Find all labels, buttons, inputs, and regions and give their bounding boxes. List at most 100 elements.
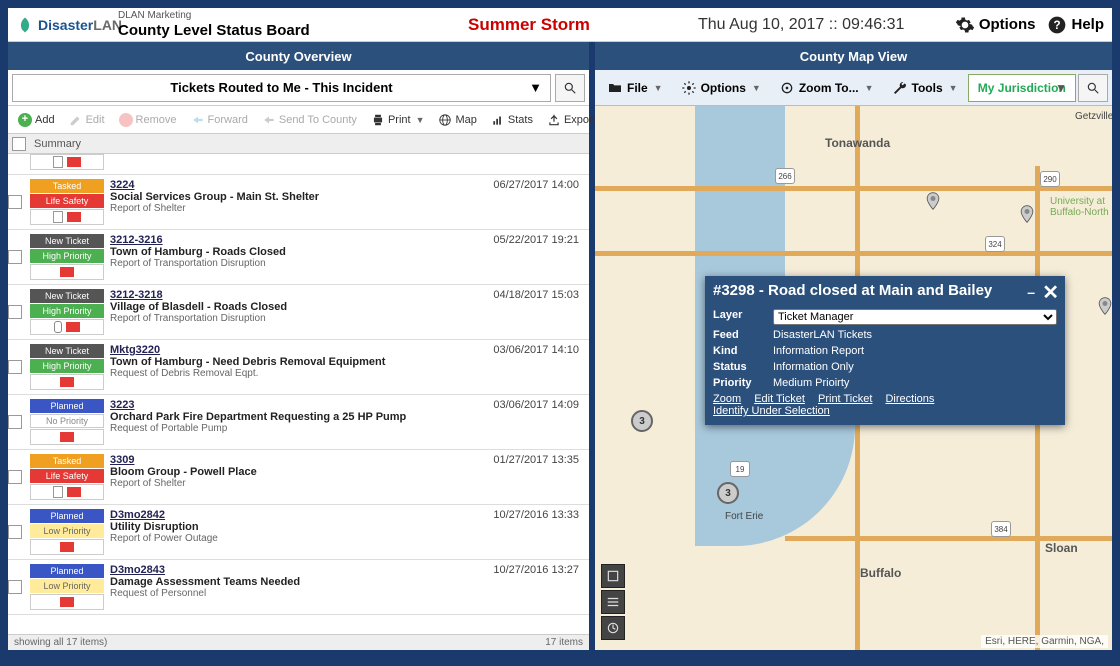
row-checkbox[interactable]: [8, 525, 22, 539]
forward-button[interactable]: Forward: [185, 111, 254, 129]
print-button[interactable]: Print▼: [365, 111, 431, 129]
ticket-id-link[interactable]: 3309: [110, 454, 134, 466]
ticket-row[interactable]: TaskedLife Safety3224Social Services Gro…: [8, 175, 589, 230]
close-icon[interactable]: ✕: [1042, 280, 1059, 305]
cluster-marker[interactable]: 3: [717, 482, 739, 504]
priority-badge: High Priority: [30, 359, 104, 373]
ticket-title: Town of Hamburg - Need Debris Removal Eq…: [110, 356, 475, 368]
popup-priority: Medium Prioirty: [773, 377, 1057, 389]
search-button-right[interactable]: [1078, 74, 1108, 102]
row-checkbox[interactable]: [8, 250, 22, 264]
ticket-row[interactable]: PlannedLow PriorityD3mo2843Damage Assess…: [8, 560, 589, 615]
route-shield: 324: [985, 236, 1005, 252]
ticket-filter-dropdown[interactable]: Tickets Routed to Me - This Incident ▼: [12, 74, 551, 102]
mail-icon: [67, 157, 81, 167]
ticket-row[interactable]: TaskedLife Safety3309Bloom Group - Powel…: [8, 450, 589, 505]
caret-icon: ▼: [416, 115, 425, 125]
ticket-id-link[interactable]: D3mo2842: [110, 509, 165, 521]
popup-identify-link[interactable]: Identify Under Selection: [713, 405, 830, 417]
map-button[interactable]: Map: [432, 111, 482, 129]
select-all-checkbox[interactable]: [12, 137, 26, 151]
ticket-row[interactable]: New TicketHigh Priority3212-3216Town of …: [8, 230, 589, 285]
ticket-row[interactable]: New TicketHigh PriorityMktg3220Town of H…: [8, 340, 589, 395]
popup-edit-link[interactable]: Edit Ticket: [754, 393, 805, 405]
ticket-row[interactable]: PlannedLow PriorityD3mo2842Utility Disru…: [8, 505, 589, 560]
map-label: Fort Erie: [725, 511, 763, 522]
ticket-icons: [30, 484, 104, 500]
ticket-icons: [30, 374, 104, 390]
ticket-id-link[interactable]: 3224: [110, 179, 134, 191]
ticket-icons: [30, 209, 104, 225]
logo-text-1: Disaster: [38, 17, 93, 33]
remove-button[interactable]: Remove: [113, 111, 183, 129]
edit-button[interactable]: Edit: [63, 111, 111, 129]
popup-kind: Information Report: [773, 345, 1057, 357]
row-checkbox[interactable]: [8, 580, 22, 594]
map-marker-icon[interactable]: [1095, 296, 1112, 316]
file-menu[interactable]: File▼: [599, 76, 671, 100]
ticket-date: 03/06/2017 14:09: [475, 399, 585, 445]
globe-icon: [438, 113, 452, 127]
help-label: Help: [1071, 16, 1104, 33]
ticket-id-link[interactable]: 3212-3218: [110, 289, 163, 301]
layer-select[interactable]: Ticket Manager: [773, 309, 1057, 325]
popup-print-link[interactable]: Print Ticket: [818, 393, 872, 405]
folder-icon: [607, 80, 623, 96]
popup-status: Information Only: [773, 361, 1057, 373]
options-button[interactable]: Options: [955, 15, 1036, 35]
ticket-id-link[interactable]: 3212-3216: [110, 234, 163, 246]
tools-menu[interactable]: Tools▼: [884, 76, 966, 100]
priority-badge: No Priority: [30, 414, 104, 428]
caret-down-icon: ▼: [1055, 81, 1067, 95]
ticket-desc: Request of Portable Pump: [110, 423, 475, 434]
stats-button[interactable]: Stats: [485, 111, 539, 129]
popup-zoom-link[interactable]: Zoom: [713, 393, 741, 405]
ticket-desc: Report of Transportation Disruption: [110, 313, 475, 324]
row-checkbox[interactable]: [8, 360, 22, 374]
map-canvas[interactable]: Tonawanda Buffalo Sloan Fort Erie Getzvi…: [595, 106, 1112, 650]
map-marker-icon[interactable]: [1017, 204, 1037, 224]
send-icon: [262, 113, 276, 127]
ticket-title: Village of Blasdell - Roads Closed: [110, 301, 475, 313]
row-checkbox[interactable]: [8, 470, 22, 484]
mail-icon: [67, 487, 81, 497]
add-button[interactable]: +Add: [12, 111, 61, 129]
help-button[interactable]: ? Help: [1047, 15, 1104, 35]
map-tool-3[interactable]: [601, 616, 625, 640]
org-name: DLAN Marketing: [118, 10, 191, 21]
row-checkbox[interactable]: [8, 195, 22, 209]
logo[interactable]: DisasterLAN: [16, 16, 122, 34]
zoom-menu[interactable]: Zoom To...▼: [771, 76, 882, 100]
send-county-button[interactable]: Send To County: [256, 111, 363, 129]
row-checkbox[interactable]: [8, 415, 22, 429]
ticket-list[interactable]: TaskedLife Safety3224Social Services Gro…: [8, 154, 589, 634]
map-marker-icon[interactable]: [923, 191, 943, 211]
ticket-id-link[interactable]: Mktg3220: [110, 344, 160, 356]
row-checkbox[interactable]: [8, 305, 22, 319]
search-button-left[interactable]: [555, 74, 585, 102]
cluster-marker[interactable]: 3: [631, 410, 653, 432]
ticket-desc: Report of Shelter: [110, 203, 475, 214]
ticket-id-link[interactable]: 3223: [110, 399, 134, 411]
jurisdiction-dropdown[interactable]: My Jurisdiction ▼: [968, 74, 1076, 102]
ticket-date: 06/27/2017 14:00: [475, 179, 585, 225]
map-tool-1[interactable]: [601, 564, 625, 588]
map-tool-2[interactable]: [601, 590, 625, 614]
minimize-icon[interactable]: –: [1027, 284, 1035, 300]
document-icon: [53, 211, 63, 223]
ticket-row[interactable]: PlannedNo Priority3223Orchard Park Fire …: [8, 395, 589, 450]
ticket-title: Social Services Group - Main St. Shelter: [110, 191, 475, 203]
route-shield: 266: [775, 168, 795, 184]
column-summary: Summary: [34, 138, 81, 150]
ticket-toolbar: +Add Edit Remove Forward Send To County …: [8, 106, 589, 134]
popup-title: #3298 - Road closed at Main and Bailey: [713, 282, 992, 299]
ticket-date: 01/27/2017 13:35: [475, 454, 585, 500]
popup-directions-link[interactable]: Directions: [885, 393, 934, 405]
ticket-row[interactable]: New TicketHigh Priority3212-3218Village …: [8, 285, 589, 340]
map-options-menu[interactable]: Options▼: [673, 76, 769, 100]
forward-icon: [191, 113, 205, 127]
priority-badge: High Priority: [30, 304, 104, 318]
status-badge: Planned: [30, 509, 104, 523]
ticket-id-link[interactable]: D3mo2843: [110, 564, 165, 576]
minus-icon: [119, 113, 133, 127]
